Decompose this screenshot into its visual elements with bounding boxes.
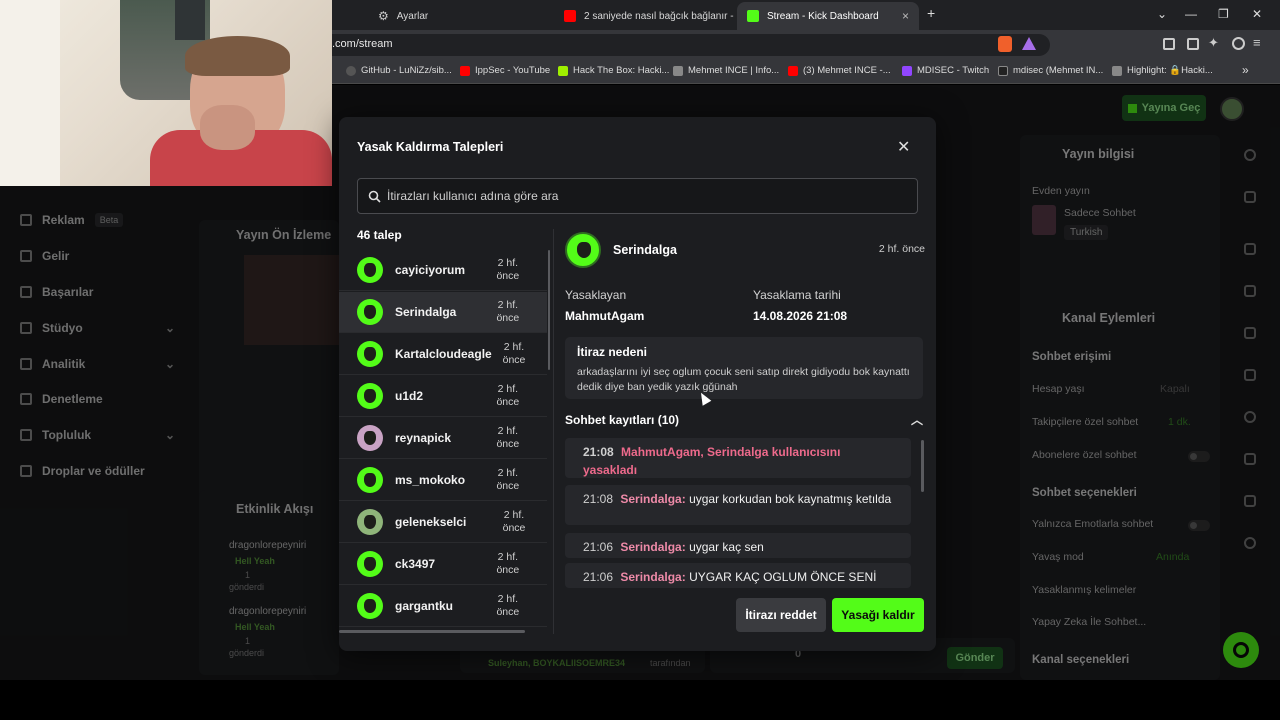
- new-tab-button[interactable]: +: [927, 5, 935, 21]
- modal-title: Yasak Kaldırma Talepleri: [357, 140, 504, 154]
- chat-logs-scrollbar[interactable]: [921, 440, 924, 492]
- minimize-button[interactable]: —: [1185, 7, 1197, 21]
- bottom-letterbox: [0, 680, 1280, 720]
- github-icon: [346, 65, 356, 76]
- search-placeholder: İtirazları kullanıcı adına göre ara: [387, 189, 559, 203]
- list-item[interactable]: u1d2 2 hf. önce: [339, 376, 547, 417]
- ban-date-value: 14.08.2026 21:08: [753, 309, 848, 323]
- unban-button[interactable]: Yasağı kaldır: [832, 598, 924, 632]
- chat-log-entry: 21:08 Serindalga: uygar korkudan bok kay…: [565, 485, 911, 525]
- x-icon: [998, 65, 1008, 76]
- tab-settings[interactable]: ⚙ Ayarlar: [368, 2, 553, 30]
- cam-person-hand: [200, 105, 255, 150]
- list-scrollbar[interactable]: [548, 250, 550, 370]
- youtube-icon: [460, 65, 470, 76]
- list-item[interactable]: ms_mokoko 2 hf. önce: [339, 460, 547, 501]
- search-icon: [368, 190, 381, 203]
- tab-kick-dashboard[interactable]: Stream - Kick Dashboard ×: [737, 2, 919, 30]
- appeal-reason-title: İtiraz nedeni: [577, 345, 648, 359]
- profile-icon[interactable]: [1232, 37, 1245, 50]
- site-icon: [1112, 65, 1122, 76]
- list-item[interactable]: gelenekselci 2 hf. önce: [339, 502, 547, 543]
- webcam-overlay: [0, 0, 332, 186]
- unban-requests-modal: Yasak Kaldırma Talepleri ✕ İtirazları ku…: [339, 117, 936, 651]
- list-horizontal-scrollbar[interactable]: [339, 630, 525, 633]
- kick-icon: [747, 10, 759, 22]
- avatar: [357, 341, 383, 367]
- brave-rewards-icon[interactable]: [1022, 37, 1036, 50]
- site-icon: [673, 65, 683, 76]
- chat-logs-header[interactable]: Sohbet kayıtları (10) ︿: [565, 413, 923, 427]
- close-tab-icon[interactable]: ×: [902, 9, 909, 23]
- chat-logs-title: Sohbet kayıtları (10): [565, 413, 680, 427]
- twitch-icon: [902, 65, 912, 76]
- chat-logs: 21:08 MahmutAgam, Serindalga kullanıcısı…: [565, 438, 913, 588]
- bookmark-mdisec[interactable]: mdisec (Mehmet IN...: [998, 65, 1103, 76]
- chevron-up-icon[interactable]: ︿: [911, 411, 923, 428]
- search-input[interactable]: İtirazları kullanıcı adına göre ara: [357, 178, 918, 214]
- list-item[interactable]: cayiciyorum 2 hf. önce: [339, 250, 547, 291]
- divider: [553, 229, 554, 634]
- detail-time: 2 hf. önce: [878, 243, 925, 255]
- avatar: [357, 425, 383, 451]
- wallet-icon[interactable]: [1187, 38, 1199, 50]
- maximize-button[interactable]: ❐: [1218, 7, 1229, 21]
- appeal-reason-text: arkadaşlarını iyi seç oglum çocuk seni s…: [577, 366, 910, 393]
- request-count: 46 talep: [357, 228, 402, 242]
- bookmark-mehmet-yt[interactable]: (3) Mehmet INCE -...: [788, 65, 891, 76]
- banned-by-label: Yasaklayan: [565, 288, 627, 302]
- avatar: [357, 467, 383, 493]
- cam-bag: [175, 0, 205, 40]
- youtube-icon: [564, 10, 576, 22]
- avatar: [565, 232, 601, 268]
- gear-icon: ⚙: [378, 9, 389, 23]
- avatar: [357, 509, 383, 535]
- close-window-button[interactable]: ✕: [1252, 7, 1262, 21]
- bookmark-mdisec-twitch[interactable]: MDISEC - Twitch: [902, 65, 989, 76]
- detail-username: Serindalga: [613, 243, 677, 257]
- avatar: [357, 257, 383, 283]
- avatar: [357, 551, 383, 577]
- list-item-selected[interactable]: Serindalga 2 hf. önce: [339, 292, 547, 333]
- list-item[interactable]: Kartalcloudeagle 2 hf. önce: [339, 334, 547, 375]
- cam-person-hair: [185, 36, 290, 76]
- avatar: [357, 593, 383, 619]
- leo-ai-icon[interactable]: ✦: [1208, 35, 1219, 51]
- chat-log-entry: 21:06 Serindalga: UYGAR KAÇ OGLUM ÖNCE S…: [565, 563, 911, 588]
- avatar: [357, 299, 383, 325]
- chat-log-entry: 21:06 Serindalga: uygar kaç sen: [565, 533, 911, 558]
- reject-appeal-button[interactable]: İtirazı reddet: [736, 598, 826, 632]
- ban-date-label: Yasaklama tarihi: [753, 288, 841, 302]
- tab-list-chevron-icon[interactable]: ⌄: [1157, 7, 1167, 21]
- bookmark-ippsec[interactable]: IppSec - YouTube: [460, 65, 550, 76]
- bookmark-github[interactable]: GitHub - LuNiZz/sib...: [346, 65, 452, 76]
- bookmark-highlight[interactable]: Highlight: 🔒Hacki...: [1112, 65, 1213, 76]
- tab-youtube[interactable]: 2 saniyede nasıl bağcık bağlanır - You ×: [554, 2, 734, 30]
- list-item[interactable]: ck3497 2 hf. önce: [339, 544, 547, 585]
- avatar: [357, 383, 383, 409]
- close-icon[interactable]: ✕: [897, 137, 910, 157]
- more-bookmarks-icon[interactable]: »: [1242, 63, 1249, 77]
- bookmark-htb[interactable]: Hack The Box: Hacki...: [558, 65, 669, 76]
- request-list: cayiciyorum 2 hf. önce Serindalga 2 hf. ön…: [339, 250, 551, 630]
- cam-wall: [0, 0, 60, 186]
- chat-log-entry: 21:08 MahmutAgam, Serindalga kullanıcısı…: [565, 438, 911, 478]
- sidebar-toggle-icon[interactable]: [1163, 38, 1175, 50]
- list-item[interactable]: reynapick 2 hf. önce: [339, 418, 547, 459]
- hackthebox-icon: [558, 65, 568, 76]
- appeal-reason-box: İtiraz nedeni arkadaşlarını iyi seç oglu…: [565, 337, 923, 399]
- youtube-icon: [788, 65, 798, 76]
- bookmark-mehmet-ince[interactable]: Mehmet INCE | Info...: [673, 65, 779, 76]
- banned-by-value: MahmutAgam: [565, 309, 645, 323]
- list-item[interactable]: gargantku 2 hf. önce: [339, 586, 547, 627]
- brave-shield-icon[interactable]: [998, 36, 1012, 52]
- menu-icon[interactable]: ≡: [1253, 35, 1261, 50]
